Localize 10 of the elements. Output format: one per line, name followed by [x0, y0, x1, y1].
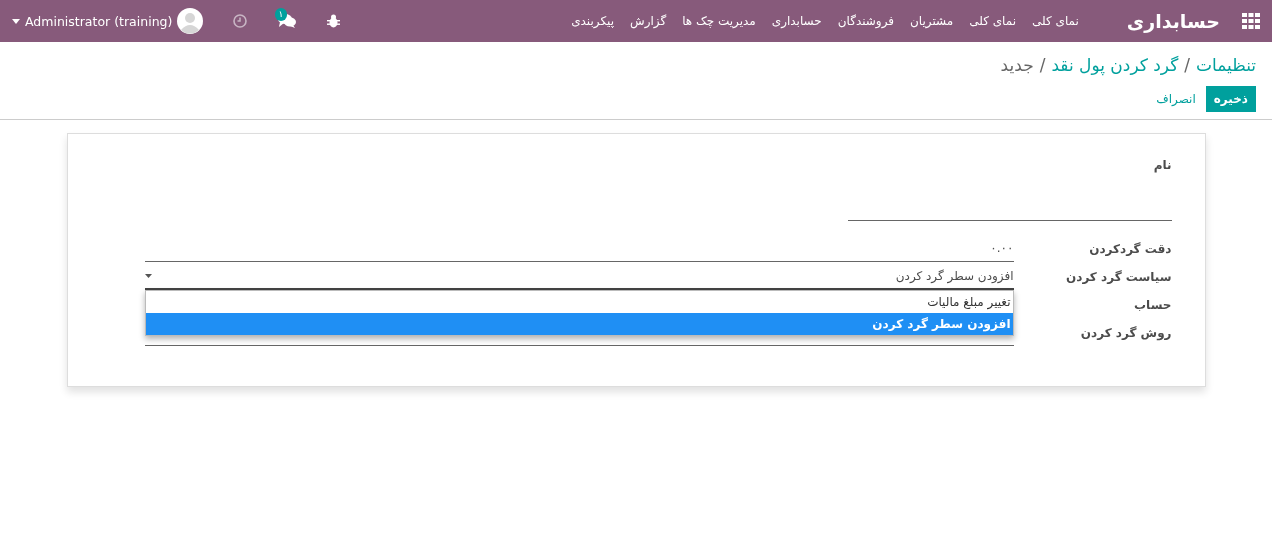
- field-label: دقت گردکردن: [1088, 241, 1172, 258]
- app-title: حسابداری: [1126, 10, 1220, 32]
- breadcrumb-separator: /: [1039, 54, 1046, 77]
- message-count-badge: ۱: [274, 8, 288, 21]
- field-label: سیاست گرد کردن: [1065, 269, 1172, 286]
- field-label: نام: [1152, 158, 1172, 172]
- breadcrumb-separator: /: [1184, 54, 1191, 77]
- field-label: حساب: [1133, 297, 1172, 314]
- current-page-title: جدید: [1000, 54, 1034, 77]
- field-label: روش گرد کردن: [1079, 325, 1172, 343]
